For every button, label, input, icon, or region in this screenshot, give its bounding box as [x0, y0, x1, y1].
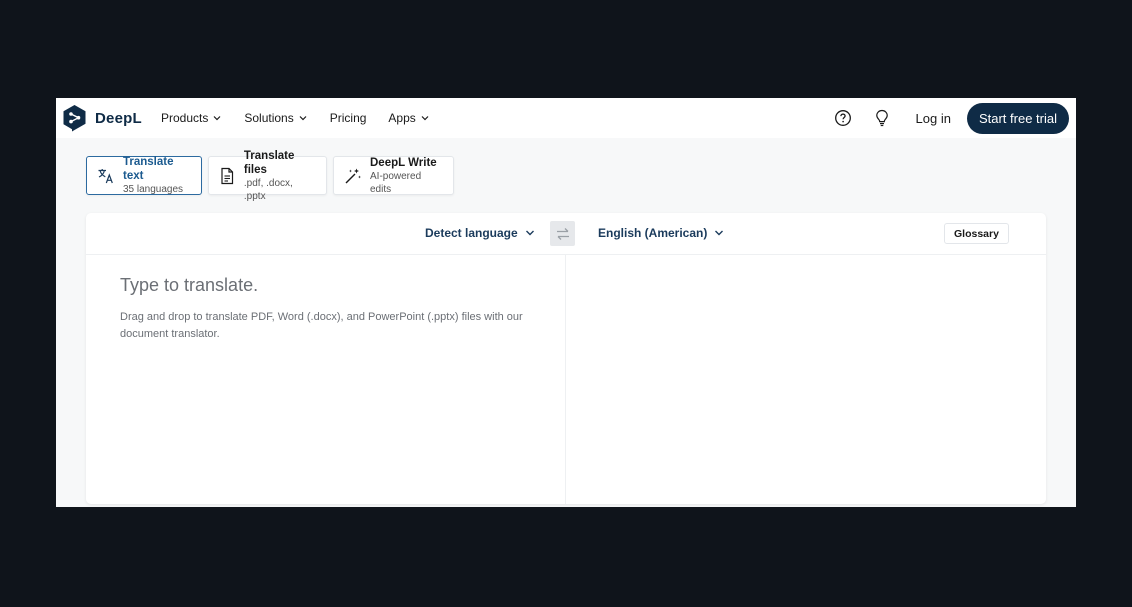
- deepl-logo-icon: [63, 105, 86, 132]
- nav-item-apps[interactable]: Apps: [388, 111, 429, 125]
- help-button[interactable]: [832, 107, 854, 129]
- glossary-button[interactable]: Glossary: [944, 223, 1009, 244]
- tab-title: Translate text: [123, 156, 174, 182]
- main-nav: Products Solutions Pricing Apps: [161, 98, 430, 138]
- tab-translate-text[interactable]: Translate text 35 languages: [86, 156, 202, 195]
- chevron-down-icon: [421, 116, 429, 121]
- mode-tabs: Translate text 35 languages Translate fi…: [86, 150, 454, 202]
- document-icon: [219, 167, 236, 185]
- nav-item-label: Pricing: [329, 111, 367, 125]
- swap-languages-button[interactable]: [550, 221, 575, 246]
- lightbulb-icon: [875, 109, 888, 127]
- tab-title: DeepL Write: [370, 156, 437, 169]
- magic-wand-icon: [344, 167, 362, 185]
- translator-panel: Detect language English (American) Gloss…: [86, 213, 1046, 504]
- source-language-label: Detect language: [425, 226, 518, 240]
- target-language-select[interactable]: English (American): [598, 226, 725, 240]
- login-link[interactable]: Log in: [916, 111, 951, 126]
- target-text-pane[interactable]: [566, 255, 1046, 504]
- nav-item-solutions[interactable]: Solutions: [244, 111, 307, 125]
- tips-button[interactable]: [871, 107, 893, 129]
- nav-item-products[interactable]: Products: [161, 111, 222, 125]
- nav-actions: Log in Start free trial: [832, 102, 1069, 134]
- nav-item-label: Solutions: [244, 111, 294, 125]
- swap-arrows-icon: [556, 227, 569, 240]
- chevron-down-icon: [715, 230, 724, 236]
- translator-header: Detect language English (American) Gloss…: [86, 213, 1046, 255]
- source-text-input[interactable]: [120, 275, 540, 296]
- nav-item-pricing[interactable]: Pricing: [330, 111, 367, 125]
- deepl-logo[interactable]: DeepL: [62, 104, 142, 132]
- chevron-down-icon: [299, 116, 307, 121]
- app-window: DeepL Products Solutions Pricing Apps Lo…: [56, 98, 1076, 507]
- tab-subtitle: 35 languages: [123, 184, 184, 195]
- tab-subtitle: .pdf, .docx, .pptx: [243, 177, 293, 202]
- tab-subtitle: AI-powered edits: [370, 170, 422, 195]
- tab-title: Translate files: [243, 149, 295, 176]
- brand-name: DeepL: [95, 109, 142, 127]
- start-free-trial-button[interactable]: Start free trial: [966, 102, 1069, 134]
- nav-item-label: Products: [161, 111, 209, 125]
- help-circle-icon: [834, 110, 851, 126]
- chevron-down-icon: [525, 230, 534, 236]
- top-navbar: DeepL Products Solutions Pricing Apps Lo…: [56, 98, 1076, 138]
- drop-hint-text: Drag and drop to translate PDF, Word (.d…: [120, 311, 523, 340]
- chevron-down-icon: [213, 116, 221, 121]
- source-text-pane: Drag and drop to translate PDF, Word (.d…: [86, 255, 566, 504]
- source-language-select[interactable]: Detect language: [425, 226, 536, 240]
- translate-icon: [97, 167, 115, 185]
- target-language-label: English (American): [598, 226, 708, 240]
- tab-translate-files[interactable]: Translate files .pdf, .docx, .pptx: [208, 150, 327, 202]
- nav-item-label: Apps: [388, 111, 416, 125]
- tab-deepl-write[interactable]: DeepL Write AI-powered edits: [333, 156, 454, 195]
